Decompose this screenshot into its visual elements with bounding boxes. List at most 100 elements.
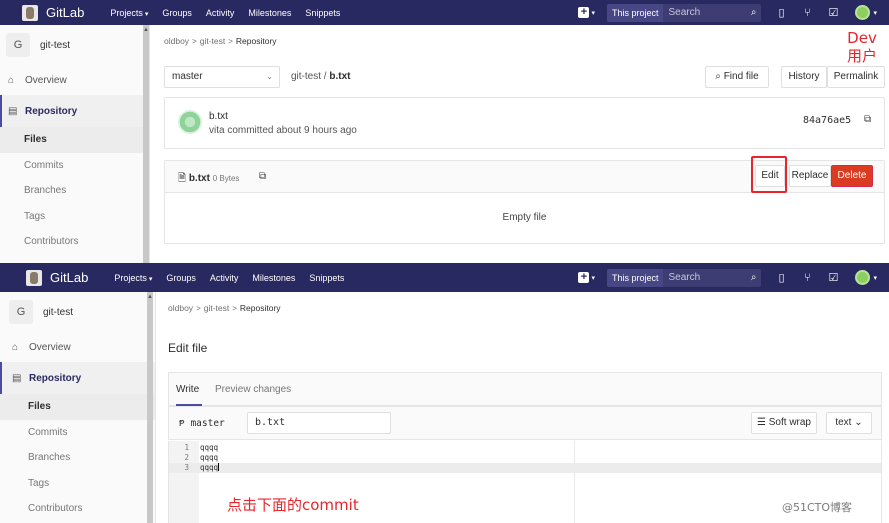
breadcrumb-project[interactable]: git-test (204, 303, 230, 313)
branch-dropdown[interactable]: master ⌄ (164, 66, 280, 88)
copy-icon[interactable]: ⧉ (864, 114, 871, 125)
nav-groups[interactable]: Groups (166, 273, 196, 283)
breadcrumb-current[interactable]: Repository (240, 303, 281, 313)
plus-icon[interactable]: + (578, 272, 590, 283)
sidebar-item-contributors[interactable]: Contributors (0, 496, 155, 522)
home-icon: ⌂ (8, 74, 15, 86)
search-scope-badge[interactable]: This project (606, 3, 664, 22)
breadcrumb-owner[interactable]: oldboy (168, 303, 193, 313)
search-scope-badge[interactable]: This project (606, 268, 664, 287)
sidebar-item-repository[interactable]: ▤ Repository (0, 362, 155, 394)
sidebar-item-files[interactable]: Files (0, 394, 155, 420)
project-name: git-test (43, 306, 74, 318)
commit-hint-annotation: 点击下面的commit (227, 496, 359, 514)
sidebar-item-commits[interactable]: Commits (0, 420, 155, 446)
sidebar-scrollbar[interactable]: ▲ (147, 292, 153, 523)
sidebar-item-tags[interactable]: Tags (0, 471, 155, 497)
delete-button[interactable]: Delete (831, 165, 873, 187)
empty-file-message: Empty file (502, 212, 547, 223)
breadcrumb-project[interactable]: git-test (200, 36, 226, 46)
commit-author-avatar[interactable] (178, 110, 202, 134)
user-avatar[interactable] (855, 270, 871, 285)
search-icon: ⌕ (750, 6, 757, 18)
commit-sha[interactable]: 84a76ae5 (803, 115, 851, 126)
brand-name[interactable]: GitLab (46, 5, 84, 20)
nav-milestones[interactable]: Milestones (248, 8, 291, 18)
code-line-active[interactable]: 3 qqqq (169, 463, 881, 473)
top-navbar: GitLab Projects ▾ Groups Activity Milesto… (0, 0, 889, 25)
project-avatar: G (9, 300, 33, 324)
replace-button[interactable]: Replace (789, 165, 831, 187)
chevron-down-icon: ▾ (591, 274, 595, 282)
document-icon: ▤ (8, 105, 18, 117)
issues-icon[interactable]: ▯ (775, 271, 787, 284)
breadcrumb: oldboy > git-test > Repository (164, 36, 277, 46)
repo-main-content: oldboy > git-test > Repository master ⌄ git-t… (164, 25, 885, 263)
branch-icon: Ᵽ (179, 418, 185, 429)
sidebar-item-commits[interactable]: Commits (0, 153, 149, 179)
nav-projects[interactable]: Projects ▾ (114, 273, 152, 283)
home-icon: ⌂ (12, 341, 19, 353)
plus-icon[interactable]: + (578, 7, 590, 18)
permalink-button[interactable]: Permalink (827, 66, 885, 88)
search-input[interactable]: Search ⌕ (663, 268, 762, 287)
find-file-button[interactable]: ⌕ Find file (705, 66, 769, 88)
chevron-down-icon: ▾ (873, 274, 877, 282)
tab-write[interactable]: Write (176, 373, 202, 406)
nav-projects[interactable]: Projects ▾ (110, 8, 148, 18)
chevron-right-icon: > (192, 37, 197, 46)
todo-check-icon[interactable]: ☑ (827, 271, 839, 284)
search-input[interactable]: Search ⌕ (663, 3, 762, 22)
todo-check-icon[interactable]: ☑ (827, 6, 839, 19)
brand-name[interactable]: GitLab (50, 270, 88, 285)
editor-file-bar: Ᵽ master b.txt ☰ Soft wrap text ⌄ (168, 406, 882, 440)
project-name: git-test (40, 39, 71, 51)
sidebar-item-contributors[interactable]: Contributors (0, 229, 149, 255)
nav-snippets[interactable]: Snippets (309, 273, 344, 283)
sidebar-item-tags[interactable]: Tags (0, 204, 149, 230)
file-icon: 🗎 (178, 173, 187, 184)
merge-request-icon[interactable]: ⑂ (801, 7, 813, 19)
breadcrumb-current[interactable]: Repository (236, 36, 277, 46)
history-button[interactable]: History (781, 66, 827, 88)
scroll-up-arrow-icon[interactable]: ▲ (147, 294, 153, 300)
commit-meta: vita committed about 9 hours ago (209, 125, 357, 136)
dev-user-annotation: Dev 用户 (846, 29, 877, 65)
chevron-right-icon: > (196, 304, 201, 313)
sidebar-project-header[interactable]: G git-test (0, 25, 149, 65)
sidebar-item-repository[interactable]: ▤ Repository (0, 95, 149, 127)
gitlab-logo-icon[interactable] (26, 269, 42, 286)
sidebar-project-header[interactable]: G git-test (0, 292, 155, 332)
sidebar-item-branches[interactable]: Branches (0, 178, 149, 204)
breadcrumb-owner[interactable]: oldboy (164, 36, 189, 46)
commit-title[interactable]: b.txt (209, 111, 228, 122)
gitlab-logo-icon[interactable] (22, 4, 38, 21)
sidebar-item-files[interactable]: Files (0, 127, 149, 153)
sidebar-item-branches[interactable]: Branches (0, 445, 155, 471)
merge-request-icon[interactable]: ⑂ (801, 272, 813, 284)
sidebar-scrollbar[interactable]: ▲ (143, 25, 149, 263)
last-commit-card: b.txt vita committed about 9 hours ago 8… (164, 97, 885, 149)
nav-groups[interactable]: Groups (162, 8, 192, 18)
copy-path-icon[interactable]: ⧉ (259, 171, 266, 182)
print-margin (574, 441, 575, 523)
tab-preview-changes[interactable]: Preview changes (215, 373, 291, 406)
file-mode-dropdown[interactable]: text ⌄ (826, 412, 872, 434)
sidebar-item-overview[interactable]: ⌂ Overview (0, 332, 155, 362)
nav-milestones[interactable]: Milestones (252, 273, 295, 283)
file-name-input[interactable]: b.txt (247, 412, 391, 434)
nav-snippets[interactable]: Snippets (305, 8, 340, 18)
nav-activity[interactable]: Activity (206, 8, 235, 18)
repo-file-view-screenshot: GitLab Projects ▾ Groups Activity Milesto… (0, 0, 889, 263)
project-avatar: G (6, 33, 30, 57)
chevron-down-icon: ▾ (591, 9, 595, 17)
sidebar-item-overview[interactable]: ⌂ Overview (0, 65, 149, 95)
chevron-down-icon: ▾ (148, 275, 153, 283)
soft-wrap-button[interactable]: ☰ Soft wrap (751, 412, 817, 434)
nav-activity[interactable]: Activity (210, 273, 239, 283)
user-avatar[interactable] (855, 5, 871, 20)
path-project-link[interactable]: git-test (291, 71, 321, 82)
issues-icon[interactable]: ▯ (775, 6, 787, 19)
scroll-up-arrow-icon[interactable]: ▲ (143, 27, 149, 33)
chevron-down-icon: ⌄ (854, 417, 863, 428)
